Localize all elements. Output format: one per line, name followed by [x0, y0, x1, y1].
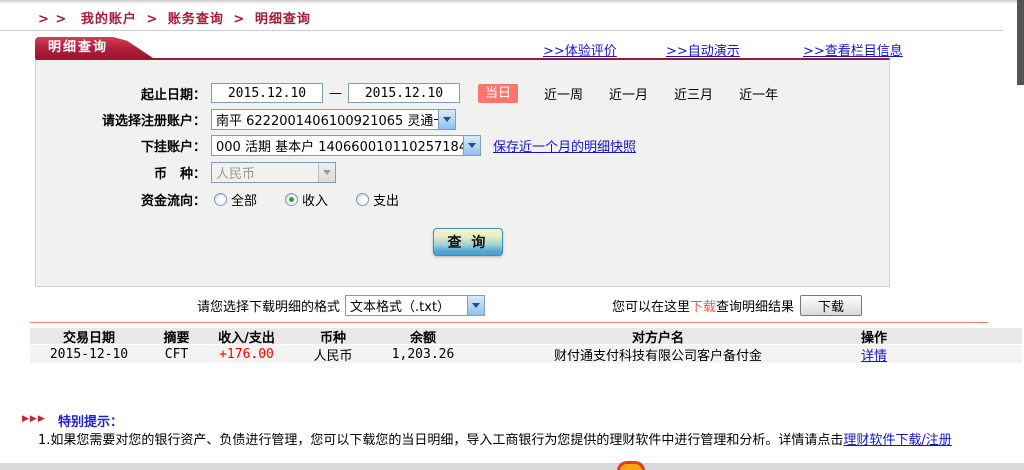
start-date-input[interactable]: [211, 83, 323, 103]
download-button[interactable]: 下载: [800, 295, 862, 316]
auto-demo-link[interactable]: >>自动演示: [666, 40, 740, 59]
cell-date: 2015-12-10: [30, 347, 148, 362]
breadcrumb-detail-query[interactable]: 明细查询: [255, 12, 311, 27]
radio-flow-expense-label: 支出: [373, 190, 399, 209]
tab-title: 明细查询: [48, 40, 108, 55]
detail-link[interactable]: 详情: [861, 349, 887, 364]
col-header-date: 交易日期: [30, 327, 148, 346]
chevron-down-icon[interactable]: [467, 296, 484, 315]
breadcrumb-divider: [0, 30, 1003, 31]
notice-arrows-icon: ▶▶▶: [22, 414, 46, 424]
download-format-label: 请您选择下载明细的格式: [197, 296, 340, 315]
range-quarter[interactable]: 近三月: [674, 84, 713, 103]
end-date-input[interactable]: [348, 83, 460, 103]
range-week[interactable]: 近一周: [544, 84, 583, 103]
breadcrumb-separator: >: [142, 12, 162, 27]
sub-account-select[interactable]: 000 活期 基本户 1406600101102571848: [211, 135, 481, 156]
sub-account-value: 000 活期 基本户 1406600101102571848: [212, 136, 463, 155]
cell-counterparty: 财付通支付科技有限公司客户备付金: [468, 345, 848, 364]
fund-flow-row: 资金流向： 全部 收入 支出: [36, 188, 889, 210]
cell-balance: 1,203.26: [378, 347, 468, 362]
top-gradient-strip: [0, 0, 1024, 4]
date-range-label: 起止日期：: [36, 84, 206, 103]
download-hint-prefix: 您可以在这里: [612, 296, 690, 315]
download-hint-group: 您可以在这里 下载 查询明细结果 下载: [612, 295, 862, 316]
breadcrumb: > > 我的账户 > 账务查询 > 明细查询: [38, 8, 311, 24]
chevron-down-icon[interactable]: [463, 136, 480, 155]
sub-account-row: 下挂账户： 000 活期 基本户 1406600101102571848 保存近…: [36, 134, 889, 156]
col-header-action: 操作: [848, 327, 900, 346]
table-header-row: 交易日期 摘要 收入/支出 币种 余额 对方户名 操作: [30, 328, 1022, 344]
icbc-logo-arc: [617, 461, 645, 470]
fund-flow-label: 资金流向：: [36, 190, 206, 209]
sub-account-label: 下挂账户：: [36, 136, 206, 155]
radio-icon[interactable]: [356, 193, 369, 206]
experience-review-link[interactable]: >>体验评价: [543, 40, 617, 59]
radio-flow-income[interactable]: 收入: [285, 190, 328, 209]
bottom-strip: [0, 463, 1024, 470]
cell-currency: 人民币: [288, 345, 378, 364]
currency-value: 人民币: [212, 163, 318, 182]
tab-detail-query: 明细查询: [35, 37, 153, 58]
cell-summary: CFT: [148, 347, 205, 362]
date-dash: —: [329, 86, 342, 101]
radio-flow-expense[interactable]: 支出: [356, 190, 399, 209]
snapshot-link[interactable]: 保存近一个月的明细快照: [493, 136, 636, 155]
download-hint-suffix: 查询明细结果: [716, 296, 794, 315]
cell-amount: +176.00: [205, 347, 288, 362]
results-table: 交易日期 摘要 收入/支出 币种 余额 对方户名 操作 2015-12-10 C…: [30, 328, 1022, 363]
currency-row: 币 种： 人民币: [36, 161, 889, 183]
range-month[interactable]: 近一月: [609, 84, 648, 103]
col-header-balance: 余额: [378, 327, 468, 346]
table-row: 2015-12-10 CFT +176.00 人民币 1,203.26 财付通支…: [30, 345, 1022, 363]
currency-select: 人民币: [211, 162, 336, 183]
breadcrumb-arrows: > >: [38, 12, 67, 27]
col-header-counterparty: 对方户名: [468, 327, 848, 346]
col-header-amount: 收入/支出: [205, 327, 288, 346]
radio-flow-all-label: 全部: [231, 190, 257, 209]
currency-label: 币 种：: [36, 163, 206, 182]
download-format-select[interactable]: 文本格式（.txt）: [345, 295, 485, 316]
finance-software-link[interactable]: 理财软件下载/注册: [843, 433, 951, 448]
range-year[interactable]: 近一年: [739, 84, 778, 103]
query-form-panel: 起止日期： — 当日 近一周 近一月 近三月 近一年 请选择注册账户： 南平 6…: [35, 58, 890, 287]
chevron-down-icon[interactable]: [438, 110, 455, 129]
range-today-chip[interactable]: 当日: [478, 84, 518, 103]
download-hint-highlight: 下载: [690, 296, 716, 315]
breadcrumb-separator: >: [229, 12, 249, 27]
date-range-row: 起止日期： — 当日 近一周 近一月 近三月 近一年: [36, 82, 889, 104]
radio-flow-all[interactable]: 全部: [214, 190, 257, 209]
download-format-value: 文本格式（.txt）: [346, 296, 467, 315]
registered-account-label: 请选择注册账户：: [36, 110, 206, 129]
chevron-down-icon: [318, 163, 335, 182]
radio-icon[interactable]: [214, 193, 227, 206]
download-row: 请您选择下载明细的格式 文本格式（.txt） 您可以在这里 下载 查询明细结果 …: [0, 295, 1024, 317]
table-top-divider: [30, 322, 988, 323]
col-header-summary: 摘要: [148, 327, 205, 346]
column-info-link[interactable]: >>查看栏目信息: [803, 40, 903, 59]
detail-query-page: > > 我的账户 > 账务查询 > 明细查询 明细查询 >>体验评价 >>自动演…: [0, 0, 1024, 470]
registered-account-value: 南平 6222001406100921065 灵通卡: [212, 110, 438, 129]
col-header-currency: 币种: [288, 327, 378, 346]
breadcrumb-account-query[interactable]: 账务查询: [168, 12, 224, 27]
registered-account-row: 请选择注册账户： 南平 6222001406100921065 灵通卡: [36, 108, 889, 130]
query-button[interactable]: 查 询: [433, 228, 503, 256]
download-format-group: 请您选择下载明细的格式 文本格式（.txt）: [197, 295, 485, 316]
notice-body: 1.如果您需要对您的银行资产、负债进行管理，您可以下载您的当日明细，导入工商银行…: [38, 433, 843, 448]
registered-account-select[interactable]: 南平 6222001406100921065 灵通卡: [211, 109, 456, 130]
notice-paragraph: 1.如果您需要对您的银行资产、负债进行管理，您可以下载您的当日明细，导入工商银行…: [22, 432, 1014, 450]
radio-flow-income-label: 收入: [302, 190, 328, 209]
radio-checked-icon[interactable]: [285, 193, 298, 206]
scrollbar-edge[interactable]: [1017, 0, 1024, 85]
breadcrumb-my-account[interactable]: 我的账户: [81, 12, 137, 27]
notice-title: 特别提示：: [58, 411, 123, 430]
